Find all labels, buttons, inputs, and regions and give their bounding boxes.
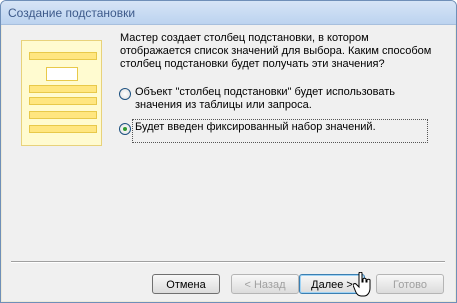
illustration-bar <box>29 125 97 133</box>
wizard-content: Мастер создает столбец подстановки, в ко… <box>2 25 455 301</box>
cancel-button[interactable]: Отмена <box>152 274 220 294</box>
option-label[interactable]: Будет введен фиксированный набор значени… <box>135 121 435 134</box>
lookup-wizard-window: Создание подстановки Мастер создает стол… <box>0 0 457 303</box>
illustration-bar <box>29 52 97 60</box>
wizard-illustration <box>21 40 102 146</box>
finish-button[interactable]: Готово <box>376 274 444 294</box>
hand-cursor-icon <box>353 272 371 297</box>
back-button[interactable]: < Назад <box>231 274 299 294</box>
wizard-intro-text: Мастер создает столбец подстановки, в ко… <box>120 32 432 70</box>
illustration-bar <box>29 111 97 119</box>
window-title: Создание подстановки <box>8 6 136 20</box>
radio-button-selected[interactable] <box>119 123 131 135</box>
radio-button[interactable] <box>119 88 131 100</box>
illustration-bar <box>29 97 97 105</box>
illustration-bar <box>29 85 97 93</box>
illustration-box <box>46 67 78 81</box>
separator-line <box>11 261 445 263</box>
title-bar[interactable]: Создание подстановки <box>1 1 456 25</box>
option-label[interactable]: Объект "столбец подстановки" будет испол… <box>135 86 435 112</box>
